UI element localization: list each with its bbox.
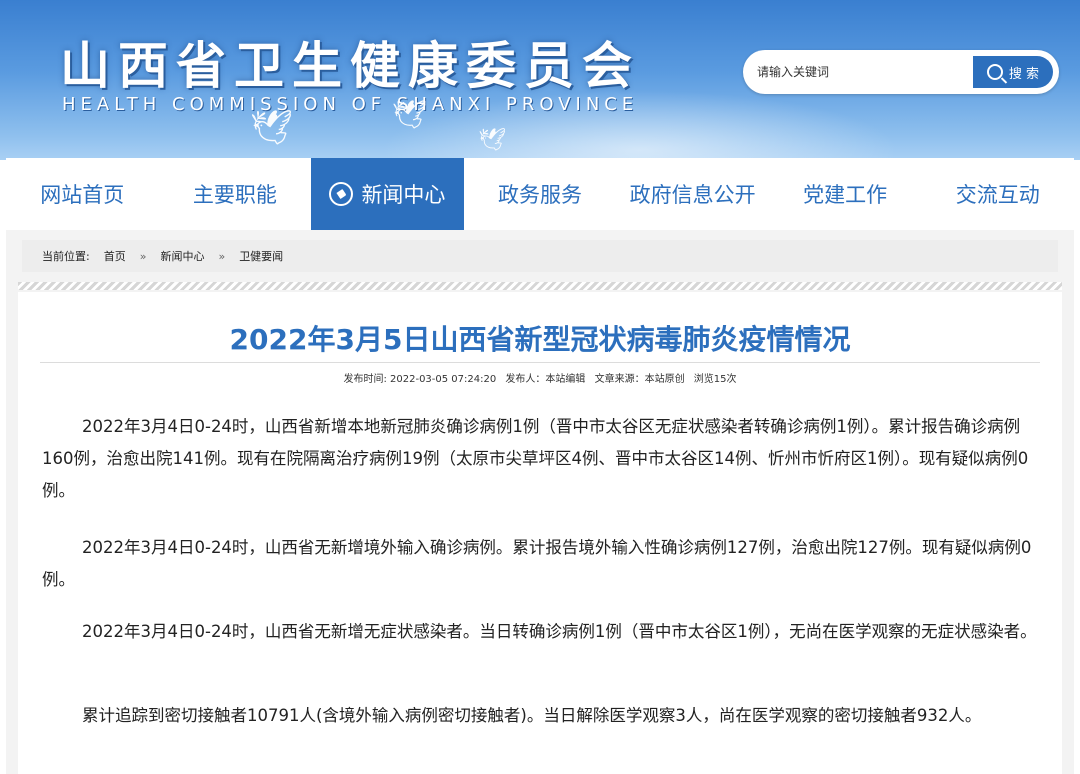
- nav-item-label: 交流互动: [955, 183, 1040, 207]
- dove-icon: 🕊: [250, 108, 294, 148]
- breadcrumb-prefix: 当前位置:: [42, 250, 90, 263]
- article-paragraph: 2022年3月4日0-24时，山西省新增本地新冠肺炎确诊病例1例（晋中市太谷区无…: [42, 417, 1029, 500]
- article-paragraph: 累计追踪到密切接触者10791人(含境外输入病例密切接触者)。当日解除医学观察3…: [82, 706, 982, 725]
- breadcrumb-separator: »: [218, 249, 226, 263]
- dove-icon: 🕊: [478, 128, 506, 153]
- publisher: 发布人：本站编辑: [505, 374, 586, 385]
- site-title: 山西省卫生健康委员会: [60, 36, 640, 95]
- view-count: 浏览15次: [693, 374, 737, 385]
- article-title: 2022年3月5日山西省新型冠状病毒肺炎疫情情况: [229, 323, 851, 356]
- search-button-label: 搜 索: [1008, 66, 1040, 82]
- article-meta: 发布时间: 2022-03-05 07:24:20 发布人：本站编辑 文章来源：…: [18, 370, 1062, 385]
- nav-item-label: 政府信息公开: [629, 183, 756, 207]
- article-paragraph: 2022年3月4日0-24时，山西省无新增境外输入确诊病例。累计报告境外输入性确…: [42, 538, 1032, 589]
- article-source: 文章来源：本站原创: [594, 374, 685, 385]
- nav-item-label: 网站首页: [40, 183, 125, 207]
- nav-item-label: 党建工作: [803, 183, 888, 207]
- nav-item-label: 政务服务: [498, 183, 583, 207]
- search-input[interactable]: [751, 57, 971, 87]
- nav-item-party[interactable]: 党建工作: [769, 158, 922, 230]
- nav-item-services[interactable]: 政务服务: [464, 158, 617, 230]
- nav-item-interaction[interactable]: 交流互动: [921, 158, 1074, 230]
- breadcrumb-separator: »: [139, 249, 147, 263]
- nav-item-label: 主要职能: [192, 183, 277, 207]
- main-nav: 网站首页 主要职能 新闻中心 政务服务 政府信息公开 党建工作 交流互动: [6, 158, 1074, 230]
- publish-time: 发布时间: 2022-03-05 07:24:20: [343, 374, 497, 385]
- article-paragraph: 2022年3月4日0-24时，山西省无新增无症状感染者。当日转确诊病例1例（晋中…: [82, 622, 1037, 641]
- title-divider: [40, 362, 1040, 363]
- breadcrumb-item-news[interactable]: 新闻中心: [160, 248, 204, 264]
- search-button[interactable]: 搜 索: [973, 56, 1053, 88]
- breadcrumb-item-current[interactable]: 卫健要闻: [239, 248, 283, 264]
- nav-item-news[interactable]: 新闻中心: [311, 158, 464, 230]
- nav-item-gov-info[interactable]: 政府信息公开: [616, 158, 769, 230]
- nav-item-label: 新闻中心: [361, 183, 446, 207]
- globe-icon: [329, 182, 354, 206]
- nav-item-home[interactable]: 网站首页: [6, 158, 159, 230]
- nav-item-functions[interactable]: 主要职能: [159, 158, 312, 230]
- site-subtitle: HEALTH COMMISSION OF SHANXI PROVINCE: [62, 94, 639, 115]
- breadcrumb-item-home[interactable]: 首页: [104, 248, 126, 264]
- breadcrumb: 当前位置: 首页 » 新闻中心 » 卫健要闻: [22, 240, 1058, 272]
- search-box: 搜 索: [743, 50, 1059, 94]
- search-icon: [986, 64, 1003, 80]
- decorative-divider: [18, 282, 1062, 290]
- dove-icon: 🕊: [392, 98, 428, 131]
